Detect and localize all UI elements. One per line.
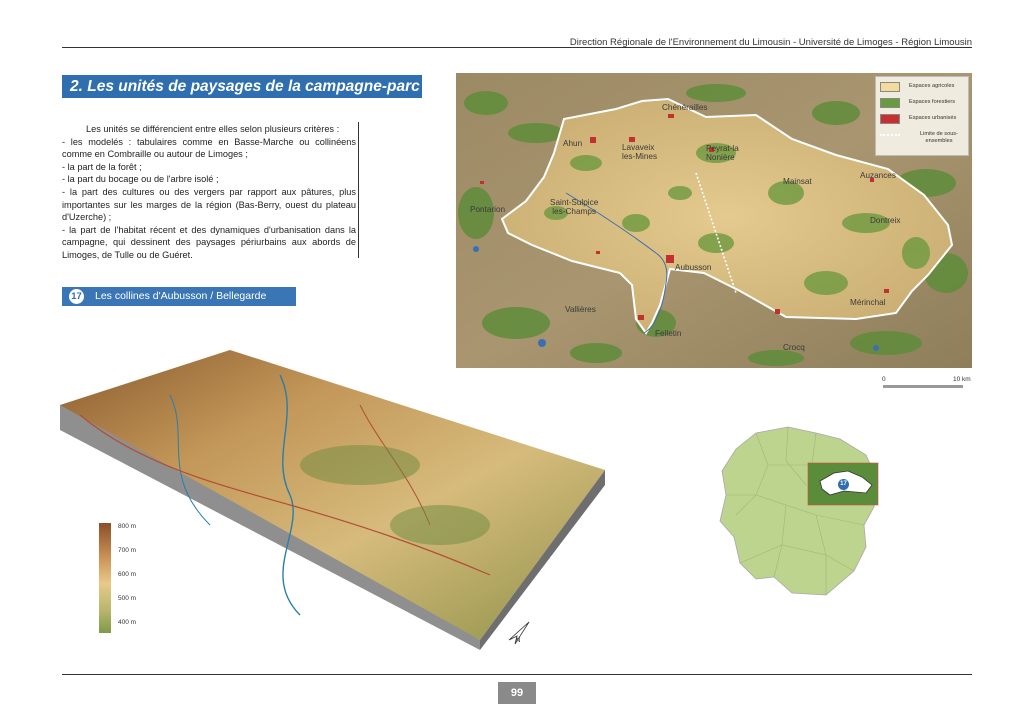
elevation-label-700: 700 m bbox=[118, 547, 137, 554]
intro-lead: Les unités se différencient entre elles … bbox=[86, 124, 340, 134]
legend-label-urban: Espaces urbanisés bbox=[909, 115, 957, 121]
elevation-label-800: 800 m bbox=[118, 523, 137, 530]
criterion-5: - la part de l'habitat récent et des dyn… bbox=[62, 224, 356, 260]
intro-text: Les unités se différencient entre elles … bbox=[62, 123, 356, 262]
place-vallieres: Vallières bbox=[565, 305, 596, 314]
place-crocq: Crocq bbox=[783, 343, 805, 352]
legend-item-agricultural: Espaces agricoles bbox=[880, 82, 968, 94]
terrain-block-diagram bbox=[60, 350, 605, 650]
place-felletin: Felletin bbox=[655, 329, 682, 338]
criterion-2: - la part de la forêt ; bbox=[62, 161, 142, 172]
land-use-map: Chénérailles Ahun Lavaveix les-Mines Pey… bbox=[456, 73, 972, 368]
page-number: 99 bbox=[498, 682, 536, 704]
place-chenerailles: Chénérailles bbox=[662, 103, 708, 112]
map-legend: Espaces agricoles Espaces forestiers Esp… bbox=[875, 76, 969, 156]
legend-item-forest: Espaces forestiers bbox=[880, 98, 968, 110]
elevation-label-400: 400 m bbox=[118, 619, 137, 626]
scale-bar bbox=[883, 385, 963, 388]
unit-name: Les collines d'Aubusson / Bellegarde bbox=[95, 290, 267, 302]
unit-number-badge: 17 bbox=[69, 289, 84, 304]
place-saint-sulpice: Saint-Sulpice les-Champs bbox=[550, 198, 599, 216]
legend-swatch-urban bbox=[880, 114, 900, 124]
section-title: 2. Les unités de paysages de la campagne… bbox=[62, 75, 422, 98]
elevation-colorbar bbox=[99, 523, 111, 633]
place-dontreix: Dontreix bbox=[870, 216, 901, 225]
place-mainsat: Mainsat bbox=[783, 177, 812, 186]
locator-map bbox=[719, 426, 879, 596]
svg-text:N: N bbox=[516, 637, 521, 644]
criterion-1: - les modelés : tabulaires comme en Bass… bbox=[62, 136, 356, 160]
footer-rule bbox=[62, 674, 972, 675]
place-lavaveix: Lavaveix les-Mines bbox=[622, 143, 658, 161]
legend-swatch-boundary bbox=[880, 134, 900, 136]
unit-subtitle: 17 Les collines d'Aubusson / Bellegarde bbox=[62, 287, 296, 306]
place-ahun: Ahun bbox=[563, 139, 583, 148]
intro-divider bbox=[358, 122, 359, 258]
place-aubusson: Aubusson bbox=[675, 263, 712, 272]
place-merinchal: Mérinchal bbox=[850, 298, 886, 307]
elevation-label-500: 500 m bbox=[118, 595, 137, 602]
legend-item-urban: Espaces urbanisés bbox=[880, 114, 968, 126]
legend-item-boundary: Limite de sous-ensembles bbox=[880, 130, 968, 150]
legend-swatch-forest bbox=[880, 98, 900, 108]
elevation-label-600: 600 m bbox=[118, 571, 137, 578]
place-auzances: Auzances bbox=[860, 171, 896, 180]
scale-start: 0 bbox=[882, 376, 886, 383]
header-rule bbox=[62, 47, 972, 48]
criterion-3: - la part du bocage ou de l'arbre isolé … bbox=[62, 174, 219, 185]
legend-label-forest: Espaces forestiers bbox=[909, 99, 956, 105]
locator-badge: 17 bbox=[838, 479, 849, 490]
legend-label-boundary: Limite de sous-ensembles bbox=[920, 131, 958, 144]
place-peyrat: Peyrat-la Nonière bbox=[706, 144, 739, 162]
criterion-4: - la part des cultures ou des vergers pa… bbox=[62, 186, 356, 223]
north-arrow-icon: N bbox=[508, 621, 530, 645]
scale-end: 10 km bbox=[953, 376, 971, 383]
place-pontarion: Pontarion bbox=[470, 205, 506, 214]
legend-swatch-agricultural bbox=[880, 82, 900, 92]
legend-label-agricultural: Espaces agricoles bbox=[909, 83, 955, 89]
